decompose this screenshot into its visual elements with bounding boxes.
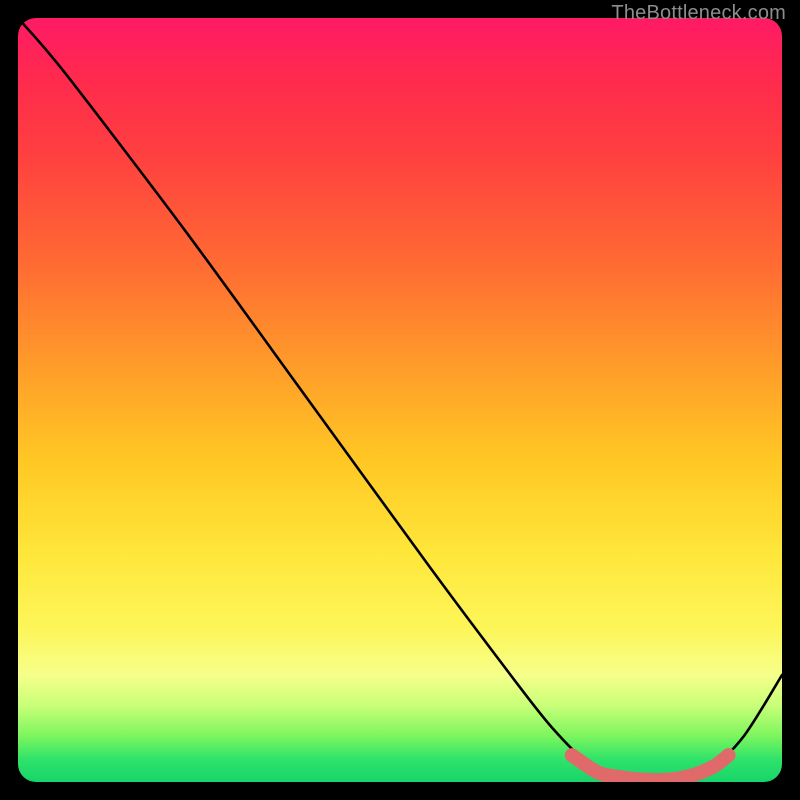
marker-dot [565,748,579,762]
marker-dot [592,766,606,780]
chart-frame [18,18,782,782]
curve-group [18,18,782,782]
marker-dot [722,748,736,762]
bottleneck-curve [18,18,782,782]
chart-stage: TheBottleneck.com [0,0,800,800]
watermark-text: TheBottleneck.com [611,2,786,25]
flat-region-markers [565,748,736,782]
chart-svg [18,18,782,782]
marker-dot [706,760,720,774]
